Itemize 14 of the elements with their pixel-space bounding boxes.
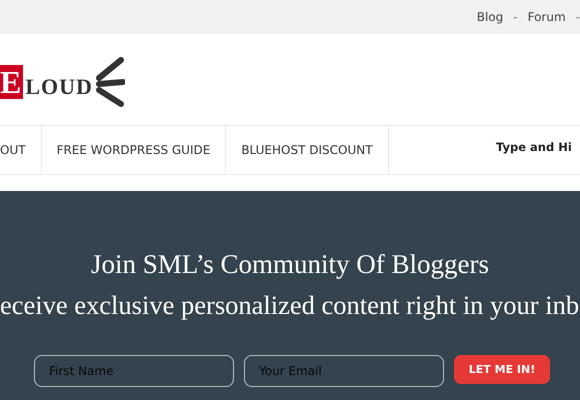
- logo-mark: E: [0, 64, 24, 98]
- nav-link[interactable]: OUT: [0, 126, 42, 174]
- signup-title: Join SML’s Community Of Bloggers: [90, 249, 490, 280]
- separator: -: [513, 10, 518, 24]
- separator: -: [576, 10, 580, 24]
- submit-button[interactable]: LET ME IN!: [454, 355, 550, 384]
- logo-text: LOUD: [25, 74, 93, 100]
- input-field[interactable]: First Name: [34, 355, 234, 387]
- top-link[interactable]: Blog: [476, 10, 504, 24]
- nav-link[interactable]: BLUEHOST DISCOUNT: [226, 126, 389, 174]
- signup-subtitle: eceive exclusive personalized content right in your inb: [0, 290, 580, 321]
- input-field[interactable]: Your Email: [244, 355, 444, 387]
- nav-link[interactable]: FREE WORDPRESS GUIDE: [42, 126, 226, 174]
- top-link[interactable]: Forum: [528, 10, 566, 24]
